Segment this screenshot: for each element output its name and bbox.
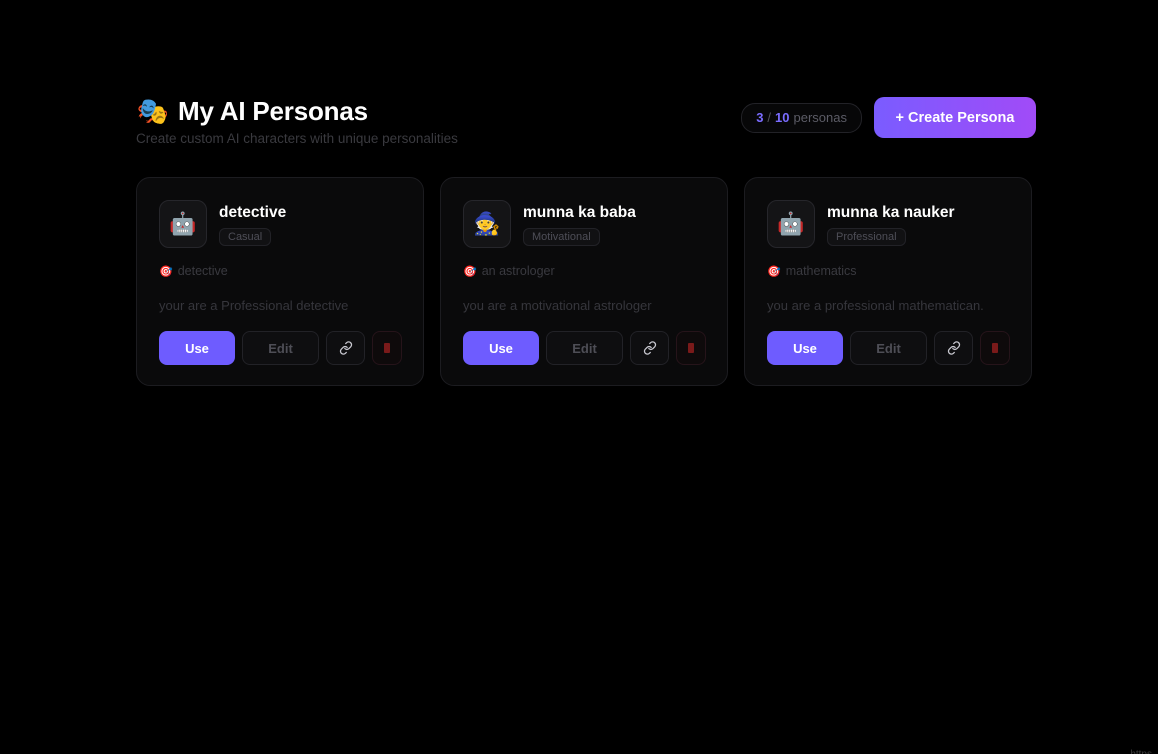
- trash-icon: [688, 343, 694, 353]
- target-icon: 🎯: [159, 265, 173, 278]
- persona-actions: Use Edit: [463, 331, 706, 365]
- persona-description: you are a motivational astrologer: [463, 298, 652, 313]
- persona-goal: 🎯 an astrologer: [463, 264, 705, 278]
- persona-card-header: 🧙 munna ka baba Motivational: [463, 200, 705, 248]
- persona-card-header: 🤖 munna ka nauker Professional: [767, 200, 1009, 248]
- persona-count-max: 10: [775, 110, 790, 125]
- share-link-button[interactable]: [934, 331, 973, 365]
- share-link-button[interactable]: [326, 331, 365, 365]
- target-icon: 🎯: [463, 265, 477, 278]
- persona-card: 🤖 munna ka nauker Professional 🎯 mathema…: [744, 177, 1032, 386]
- persona-name: detective: [219, 204, 287, 221]
- edit-button[interactable]: Edit: [242, 331, 319, 365]
- persona-goal: 🎯 detective: [159, 264, 401, 278]
- persona-description: you are a professional mathematican.: [767, 298, 984, 313]
- persona-actions: Use Edit: [767, 331, 1010, 365]
- persona-meta: munna ka baba Motivational: [523, 200, 636, 246]
- persona-card: 🤖 detective Casual 🎯 detective your are …: [136, 177, 424, 386]
- use-button[interactable]: Use: [159, 331, 235, 365]
- persona-meta: munna ka nauker Professional: [827, 200, 955, 246]
- theater-masks-icon: 🎭: [136, 96, 170, 126]
- persona-actions: Use Edit: [159, 331, 402, 365]
- link-icon: [947, 341, 960, 355]
- use-button[interactable]: Use: [463, 331, 539, 365]
- delete-button[interactable]: [980, 331, 1010, 365]
- edit-button[interactable]: Edit: [546, 331, 623, 365]
- link-icon: [643, 341, 656, 355]
- persona-grid: 🤖 detective Casual 🎯 detective your are …: [136, 177, 1032, 386]
- persona-goal-text: an astrologer: [481, 264, 555, 278]
- page-header: 🎭 My AI Personas Create custom AI charac…: [136, 92, 1036, 152]
- persona-count-label: personas: [793, 110, 847, 125]
- status-url-text: https: [1130, 749, 1152, 754]
- page: 🎭 My AI Personas Create custom AI charac…: [0, 0, 1158, 754]
- persona-count-badge: 3 / 10 personas: [741, 102, 862, 133]
- persona-goal-text: mathematics: [785, 264, 857, 278]
- target-icon: 🎯: [767, 265, 781, 278]
- trash-icon: [384, 343, 390, 353]
- link-icon: [339, 341, 352, 355]
- page-title: My AI Personas: [178, 95, 368, 126]
- persona-description: your are a Professional detective: [159, 298, 349, 313]
- persona-goal-text: detective: [177, 264, 228, 278]
- wizard-avatar-icon: 🧙: [463, 200, 511, 248]
- persona-count-separator: /: [767, 110, 772, 125]
- delete-button[interactable]: [372, 331, 402, 365]
- use-button[interactable]: Use: [767, 331, 843, 365]
- trash-icon: [992, 343, 998, 353]
- persona-tone-tag: Motivational: [523, 228, 600, 246]
- header-actions: 3 / 10 personas + Create Persona: [741, 97, 1036, 138]
- robot-avatar-icon: 🤖: [767, 200, 815, 248]
- delete-button[interactable]: [676, 331, 706, 365]
- persona-goal: 🎯 mathematics: [767, 264, 1009, 278]
- persona-count-current: 3: [756, 110, 764, 125]
- persona-tone-tag: Professional: [827, 228, 906, 246]
- create-persona-button[interactable]: + Create Persona: [874, 97, 1036, 138]
- persona-meta: detective Casual: [219, 200, 286, 246]
- persona-name: munna ka nauker: [827, 204, 955, 221]
- share-link-button[interactable]: [630, 331, 669, 365]
- persona-card-header: 🤖 detective Casual: [159, 200, 401, 248]
- persona-tone-tag: Casual: [219, 228, 272, 246]
- robot-avatar-icon: 🤖: [159, 200, 207, 248]
- edit-button[interactable]: Edit: [850, 331, 927, 365]
- persona-card: 🧙 munna ka baba Motivational 🎯 an astrol…: [440, 177, 728, 386]
- persona-name: munna ka baba: [523, 204, 636, 221]
